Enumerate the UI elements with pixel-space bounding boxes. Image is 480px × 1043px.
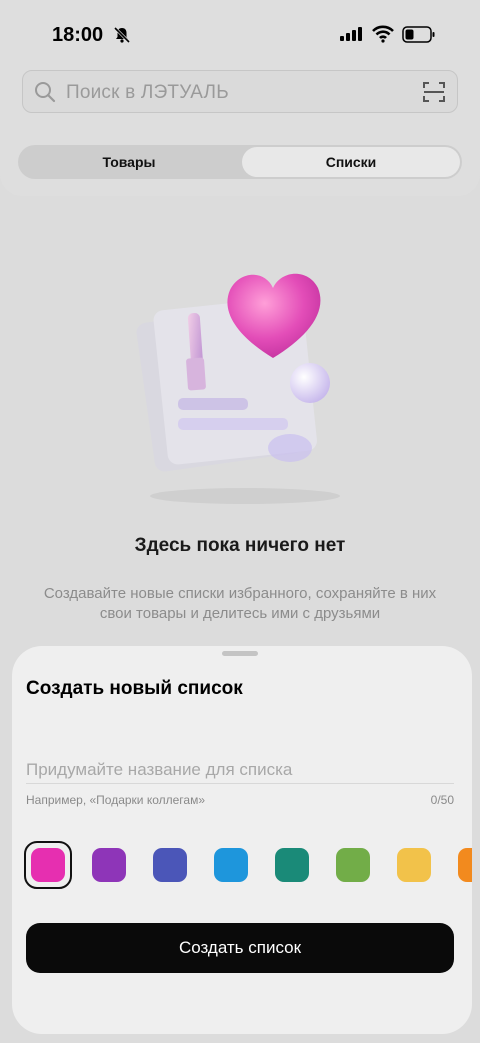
signal-icon	[340, 27, 364, 48]
input-hint: Например, «Подарки коллегам»	[26, 793, 206, 807]
bell-muted-icon	[113, 26, 131, 49]
empty-state-title: Здесь пока ничего нет	[134, 535, 346, 556]
battery-icon	[402, 26, 436, 49]
color-swatch[interactable]	[397, 848, 431, 882]
color-swatch[interactable]	[214, 848, 248, 882]
empty-illustration	[130, 258, 360, 508]
search-bar[interactable]: Поиск в ЛЭТУАЛЬ	[22, 70, 458, 113]
color-swatch[interactable]	[275, 848, 309, 882]
list-name-input[interactable]	[26, 756, 454, 784]
char-counter: 0/50	[430, 793, 454, 807]
wifi-icon	[372, 25, 394, 48]
create-list-button[interactable]: Создать список	[26, 923, 454, 973]
color-swatch[interactable]	[458, 848, 472, 882]
color-swatch[interactable]	[92, 848, 126, 882]
status-bar: 18:00	[0, 0, 480, 70]
sheet-title: Создать новый список	[26, 678, 243, 699]
tab-lists[interactable]: Списки	[242, 147, 460, 177]
color-swatch[interactable]	[153, 848, 187, 882]
color-swatch[interactable]	[336, 848, 370, 882]
search-icon	[34, 81, 56, 108]
tab-products[interactable]: Товары	[18, 145, 240, 179]
empty-state-description: Создавайте новые списки избранного, сохр…	[43, 585, 437, 622]
barcode-scan-icon[interactable]	[422, 81, 446, 108]
status-time: 18:00	[52, 24, 104, 46]
create-list-sheet: Создать новый список Например, «Подарки …	[12, 646, 472, 1034]
color-swatch[interactable]	[31, 848, 65, 882]
segmented-control: Товары Списки	[18, 145, 462, 179]
search-input[interactable]: Поиск в ЛЭТУАЛЬ	[66, 82, 229, 104]
sheet-drag-handle[interactable]	[222, 651, 258, 656]
